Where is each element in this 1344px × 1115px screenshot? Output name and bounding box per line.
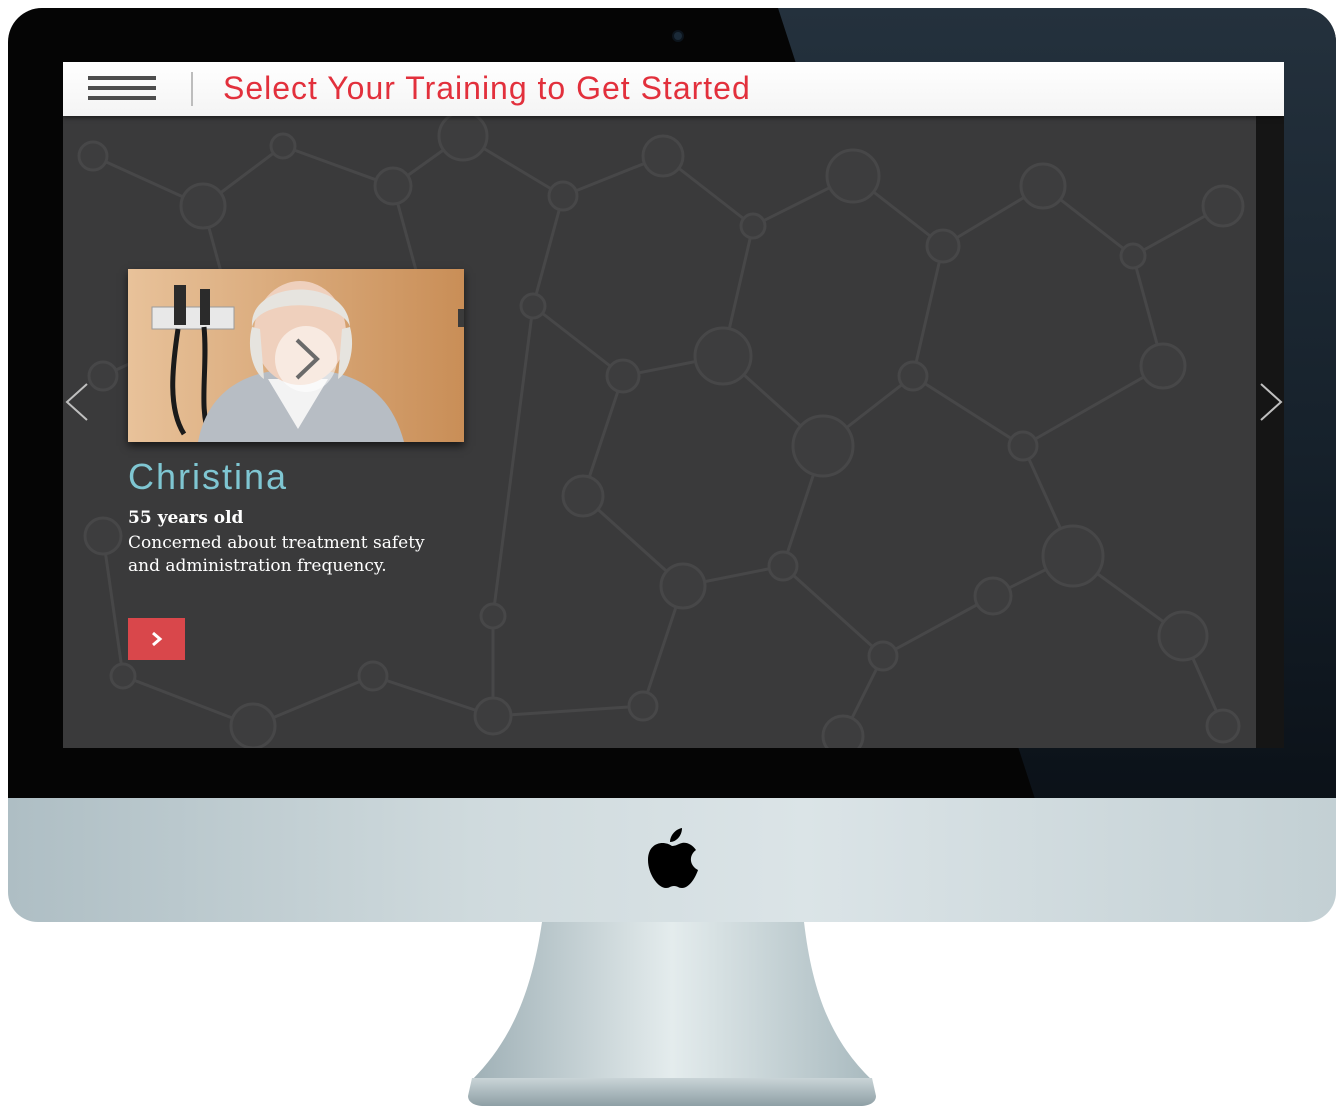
scroll-edge-strip [1256, 116, 1284, 748]
play-icon[interactable] [273, 324, 339, 394]
chevron-left-icon[interactable] [63, 380, 93, 424]
patient-age: 55 years old [128, 508, 244, 528]
patient-description: Concerned about treatment safety and adm… [128, 533, 425, 576]
header-divider [191, 72, 193, 106]
apple-logo-icon [648, 828, 698, 888]
app-screen: Select Your Training to Get Started Chri… [63, 62, 1284, 748]
app-header: Select Your Training to Get Started [63, 62, 1284, 116]
patient-name: Christina [128, 456, 289, 497]
camera-icon [674, 32, 682, 40]
chevron-right-icon [151, 631, 162, 647]
start-training-button[interactable] [128, 618, 185, 660]
hamburger-menu-icon[interactable] [88, 74, 158, 104]
chevron-right-icon[interactable] [1255, 380, 1284, 424]
monitor-stand [468, 922, 876, 1106]
patient-photo[interactable] [128, 269, 464, 442]
page-title: Select Your Training to Get Started [223, 70, 751, 106]
